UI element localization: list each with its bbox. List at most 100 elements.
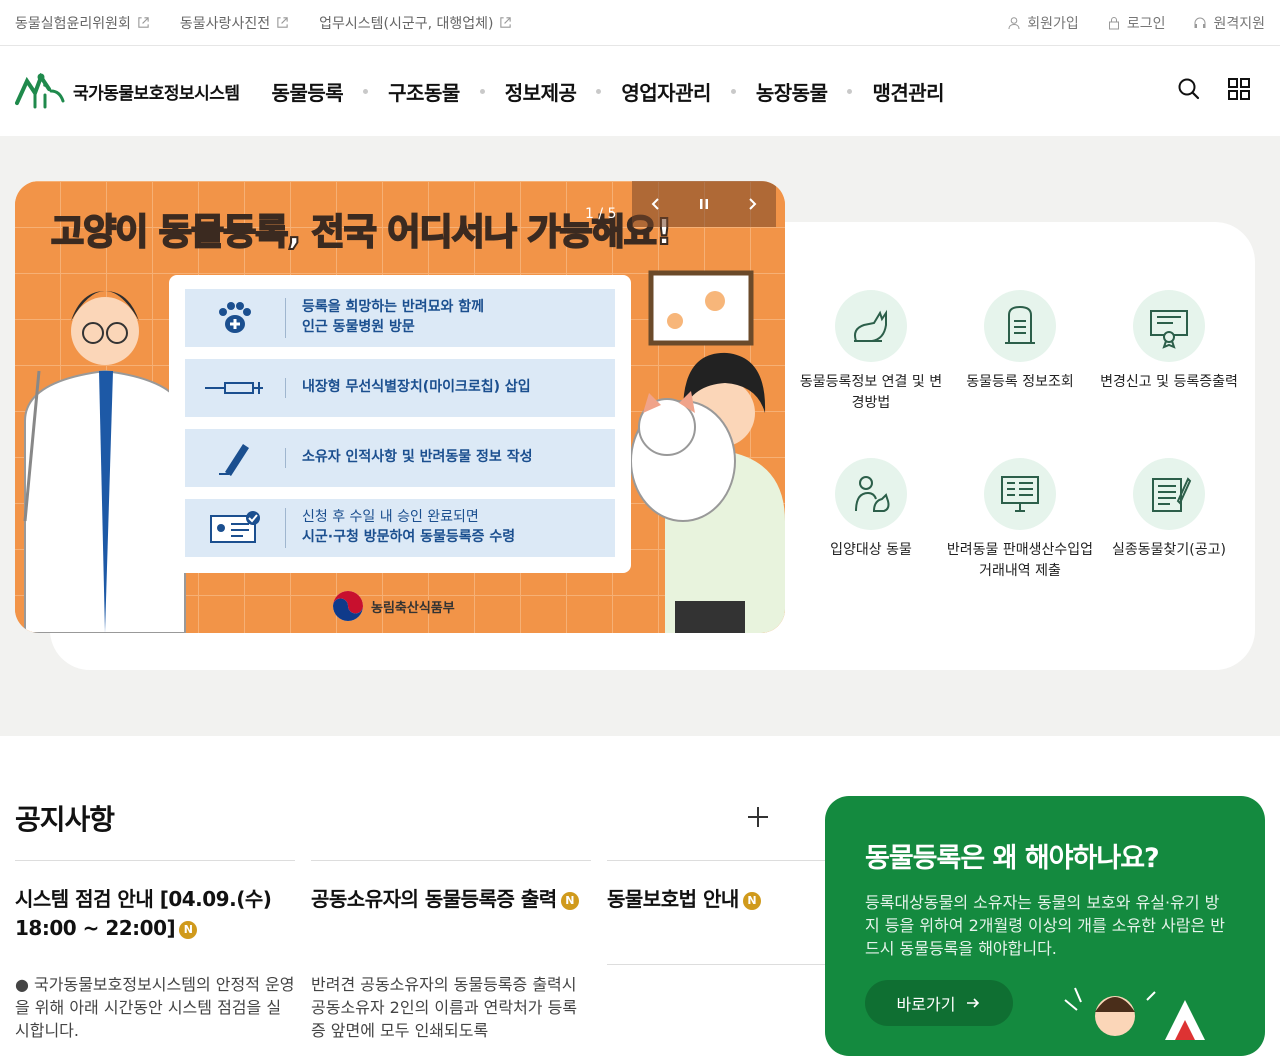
plus-icon[interactable] bbox=[746, 805, 770, 829]
step-line1: 소유자 인적사항 및 반려동물 정보 작성 bbox=[302, 449, 533, 466]
nav-dangerous-dogs[interactable]: 맹견관리 bbox=[872, 77, 944, 106]
external-link-icon bbox=[138, 17, 149, 28]
step-line2: 인근 동물병원 방문 bbox=[302, 319, 415, 335]
nav-farm-animals[interactable]: 농장동물 bbox=[756, 77, 828, 106]
promo-desc: 등록대상동물의 소유자는 동물의 보호와 유실·유기 방지 등을 위하여 2개월… bbox=[865, 893, 1225, 959]
new-badge: N bbox=[179, 920, 198, 939]
chevron-left-icon bbox=[652, 198, 660, 210]
nav-animal-registration[interactable]: 동물등록 bbox=[272, 77, 344, 106]
join-label: 회원가입 bbox=[1027, 15, 1079, 32]
promo-illustration bbox=[1064, 987, 1205, 1040]
quick-link-adoption[interactable]: 입양대상 동물 bbox=[796, 458, 946, 561]
promo-title: 동물등록은 왜 해야하나요? bbox=[865, 843, 1160, 874]
promo-button-label: 바로가기 bbox=[896, 995, 956, 1014]
notice-item-title: 동물보호법 안내 bbox=[607, 887, 739, 911]
step-line1: 내장형 무선식별장치(마이크로칩) 삽입 bbox=[302, 379, 531, 396]
link-label: 업무시스템(시군구, 대행업체) bbox=[319, 15, 494, 32]
remote-support-link[interactable]: 원격지원 bbox=[1193, 13, 1265, 33]
banner-step: 신청 후 수일 내 승인 완료되면 시군·구청 방문하여 동물등록증 수령 bbox=[185, 499, 615, 557]
step-line2: 시군·구청 방문하여 동물등록증 수령 bbox=[302, 529, 516, 545]
quick-label: 실종동물찾기(공고) bbox=[1112, 542, 1226, 558]
utility-bar: 동물실험윤리위원회 동물사랑사진전 업무시스템(시군구, 대행업체) 회원가입 … bbox=[0, 0, 1280, 46]
lock-icon bbox=[1108, 16, 1119, 29]
nav-divider bbox=[596, 88, 602, 94]
nav-rescued-animals[interactable]: 구조동물 bbox=[388, 77, 460, 106]
pen-icon bbox=[219, 444, 249, 476]
remote-support-label: 원격지원 bbox=[1213, 15, 1265, 32]
logo-text: 국가동물보호정보시스템 bbox=[73, 83, 240, 104]
link-work-system[interactable]: 업무시스템(시군구, 대행업체) bbox=[319, 13, 512, 33]
quick-label: 동물등록정보 연결 및 변경방법 bbox=[799, 374, 943, 411]
quick-label: 동물등록 정보조회 bbox=[966, 374, 1074, 390]
arrow-right-icon bbox=[967, 998, 980, 1008]
registration-card-icon bbox=[210, 511, 260, 543]
monitor-icon bbox=[1001, 476, 1039, 512]
banner-prev-button[interactable] bbox=[632, 181, 681, 227]
notepad-icon bbox=[1152, 477, 1192, 512]
cat-icon bbox=[854, 309, 887, 342]
nav-divider bbox=[363, 88, 369, 94]
link-label: 동물실험윤리위원회 bbox=[15, 15, 131, 32]
login-label: 로그인 bbox=[1126, 15, 1166, 32]
main-nav: 동물등록 구조동물 정보제공 영업자관리 농장동물 맹견관리 bbox=[272, 77, 945, 106]
quick-link-lost-animals[interactable]: 실종동물찾기(공고) bbox=[1094, 458, 1244, 561]
banner-step: 내장형 무선식별장치(마이크로칩) 삽입 bbox=[185, 359, 615, 417]
quick-link-registration-lookup[interactable]: 동물등록 정보조회 bbox=[945, 290, 1095, 393]
join-link[interactable]: 회원가입 bbox=[1007, 13, 1079, 33]
document-icon bbox=[1005, 305, 1035, 344]
ministry-logo: 농림축산식품부 bbox=[331, 589, 455, 623]
notice-item-desc: 반려견 공동소유자의 동물등록증 출력시 공동소유자 2인의 이름과 연락처가 … bbox=[311, 975, 578, 1041]
banner-steps-board: 등록을 희망하는 반려묘와 함께인근 동물병원 방문 내장형 무선식별장치(마이… bbox=[169, 275, 631, 573]
nav-business-management[interactable]: 영업자관리 bbox=[621, 77, 711, 106]
notice-item[interactable]: 동물보호법 안내 N bbox=[607, 860, 825, 965]
link-animal-ethics[interactable]: 동물실험윤리위원회 bbox=[15, 13, 150, 33]
headset-icon bbox=[1194, 17, 1206, 28]
notice-item-desc: ● 국가동물보호정보시스템의 안정적 운영을 위해 아래 시간동안 시스템 점검… bbox=[15, 975, 295, 1041]
quick-link-change-report[interactable]: 변경신고 및 등록증출력 bbox=[1094, 290, 1244, 393]
nav-divider bbox=[730, 88, 736, 94]
promo-go-button[interactable]: 바로가기 bbox=[865, 980, 1013, 1026]
quick-link-sales-report[interactable]: 반려동물 판매생산수입업 거래내역 제출 bbox=[945, 458, 1095, 582]
logo-icon bbox=[15, 73, 65, 109]
notice-item[interactable]: 공동소유자의 동물등록증 출력 N 반려견 공동소유자의 동물등록증 출력시 공동… bbox=[311, 860, 591, 1043]
government-emblem-icon bbox=[333, 591, 363, 621]
step-line1: 등록을 희망하는 반려묘와 함께 bbox=[302, 299, 485, 316]
quick-label: 변경신고 및 등록증출력 bbox=[1100, 374, 1238, 390]
chevron-right-icon bbox=[749, 198, 757, 210]
nav-divider bbox=[847, 88, 853, 94]
quick-label: 반려동물 판매생산수입업 거래내역 제출 bbox=[946, 542, 1094, 579]
notice-divider bbox=[607, 964, 825, 965]
notice-item-title: 시스템 점검 안내 [04.09.(수) 18:00 ~ 22:00] bbox=[15, 887, 272, 940]
site-logo[interactable]: 국가동물보호정보시스템 bbox=[15, 73, 240, 109]
pause-icon bbox=[700, 199, 709, 209]
paw-icon bbox=[219, 302, 251, 333]
login-link[interactable]: 로그인 bbox=[1107, 13, 1166, 33]
banner-step: 등록을 희망하는 반려묘와 함께인근 동물병원 방문 bbox=[185, 289, 615, 347]
adoption-icon bbox=[855, 476, 890, 512]
quick-link-registration-change[interactable]: 동물등록정보 연결 및 변경방법 bbox=[796, 290, 946, 414]
link-label: 동물사랑사진전 bbox=[179, 15, 271, 32]
notice-item-title: 공동소유자의 동물등록증 출력 bbox=[311, 887, 557, 911]
nav-information[interactable]: 정보제공 bbox=[505, 77, 577, 106]
main-header: 국가동물보호정보시스템 동물등록 구조동물 정보제공 영업자관리 농장동물 맹견… bbox=[0, 46, 1280, 136]
notice-heading: 공지사항 bbox=[15, 803, 115, 836]
search-icon[interactable] bbox=[1176, 76, 1202, 102]
grid-menu-icon[interactable] bbox=[1226, 76, 1252, 102]
ministry-name: 농림축산식품부 bbox=[371, 600, 455, 616]
banner-pause-button[interactable] bbox=[680, 181, 729, 227]
notice-item[interactable]: 시스템 점검 안내 [04.09.(수) 18:00 ~ 22:00] N ● 국… bbox=[15, 860, 295, 1043]
promo-card: 동물등록은 왜 해야하나요? 등록대상동물의 소유자는 동물의 보호와 유실·유… bbox=[825, 796, 1265, 1056]
banner-counter: 1 / 5 bbox=[585, 206, 617, 222]
nav-divider bbox=[479, 88, 485, 94]
main-banner[interactable]: 고양이 동물등록, 전국 어디서나 가능해요! 1 / 5 등록을 희망하는 반… bbox=[15, 181, 785, 633]
external-link-icon bbox=[277, 17, 288, 28]
external-link-icon bbox=[500, 17, 512, 28]
banner-controls: 1 / 5 bbox=[585, 181, 777, 227]
banner-title: 고양이 동물등록, 전국 어디서나 가능해요! bbox=[50, 211, 673, 254]
syringe-icon bbox=[205, 382, 263, 394]
banner-next-button[interactable] bbox=[728, 181, 777, 227]
banner-step: 소유자 인적사항 및 반려동물 정보 작성 bbox=[185, 429, 615, 487]
link-photo-contest[interactable]: 동물사랑사진전 bbox=[180, 13, 289, 33]
new-badge: N bbox=[742, 891, 761, 910]
new-badge: N bbox=[560, 891, 579, 910]
